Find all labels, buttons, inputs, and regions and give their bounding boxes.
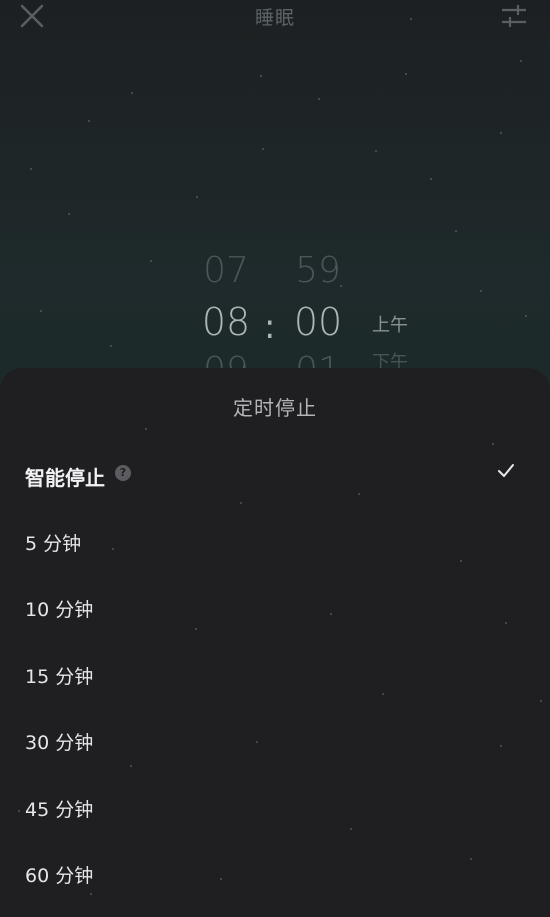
- top-bar: 睡眠: [0, 0, 550, 34]
- check-icon: [496, 461, 516, 481]
- star-dot: [375, 150, 377, 152]
- star-dot: [540, 700, 542, 702]
- star-dot: [30, 168, 32, 170]
- option-10-min[interactable]: 10 分钟: [0, 579, 550, 639]
- star-dot: [460, 560, 462, 562]
- option-5-min[interactable]: 5 分钟: [0, 513, 550, 573]
- page-title: 睡眠: [254, 7, 295, 29]
- option-label: 5 分钟: [25, 533, 82, 555]
- sleep-timer-screen: 睡眠 07 08 09 : 59 00 01 上午 下午 定时停止 智能停止 ?: [0, 0, 550, 917]
- star-dot: [500, 132, 502, 134]
- star-dot: [382, 693, 384, 695]
- star-dot: [455, 230, 457, 232]
- time-picker[interactable]: 07 08 09 : 59 00 01 上午 下午: [0, 240, 550, 391]
- star-dot: [520, 60, 522, 62]
- option-label: 10 分钟: [25, 599, 94, 621]
- star-dot: [88, 120, 90, 122]
- option-label: 60 分钟: [25, 865, 94, 887]
- option-15-min[interactable]: 15 分钟: [0, 646, 550, 706]
- sliders-icon: [502, 5, 526, 27]
- star-dot: [240, 502, 242, 504]
- option-smart-stop[interactable]: 智能停止 ?: [0, 446, 550, 506]
- star-dot: [18, 810, 20, 812]
- star-dot: [112, 548, 114, 550]
- star-dot: [350, 828, 352, 830]
- hour-current[interactable]: 08: [196, 300, 256, 344]
- settings-button[interactable]: [500, 3, 528, 29]
- star-dot: [195, 628, 197, 630]
- star-dot: [492, 443, 494, 445]
- time-separator: :: [264, 307, 276, 347]
- star-dot: [318, 98, 320, 100]
- option-label: 30 分钟: [25, 732, 94, 754]
- option-45-min[interactable]: 45 分钟: [0, 779, 550, 839]
- star-dot: [260, 75, 262, 77]
- period-current[interactable]: 上午: [372, 311, 408, 337]
- star-dot: [256, 741, 258, 743]
- star-dot: [358, 493, 360, 495]
- star-dot: [430, 178, 432, 180]
- minute-prev[interactable]: 59: [288, 250, 348, 291]
- star-dot: [220, 878, 222, 880]
- star-dot: [130, 765, 132, 767]
- option-label: 45 分钟: [25, 799, 94, 821]
- star-dot: [131, 92, 133, 94]
- star-dot: [68, 213, 70, 215]
- sheet-title: 定时停止: [233, 396, 317, 420]
- star-dot: [145, 428, 147, 430]
- star-dot: [330, 613, 332, 615]
- help-icon[interactable]: ?: [115, 465, 131, 481]
- option-60-min[interactable]: 60 分钟: [0, 845, 550, 905]
- option-label: 智能停止: [25, 466, 105, 490]
- option-30-min[interactable]: 30 分钟: [0, 712, 550, 772]
- stop-timer-sheet: 定时停止 智能停止 ? 5 分钟 10 分钟 15 分钟 30 分钟 45 分钟…: [0, 368, 550, 917]
- hour-prev[interactable]: 07: [196, 250, 256, 291]
- option-label: 15 分钟: [25, 666, 94, 688]
- star-dot: [500, 745, 502, 747]
- star-dot: [405, 73, 407, 75]
- star-dot: [262, 148, 264, 150]
- minute-current[interactable]: 00: [288, 300, 348, 344]
- star-dot: [196, 196, 198, 198]
- star-dot: [90, 893, 92, 895]
- star-dot: [505, 622, 507, 624]
- star-dot: [470, 858, 472, 860]
